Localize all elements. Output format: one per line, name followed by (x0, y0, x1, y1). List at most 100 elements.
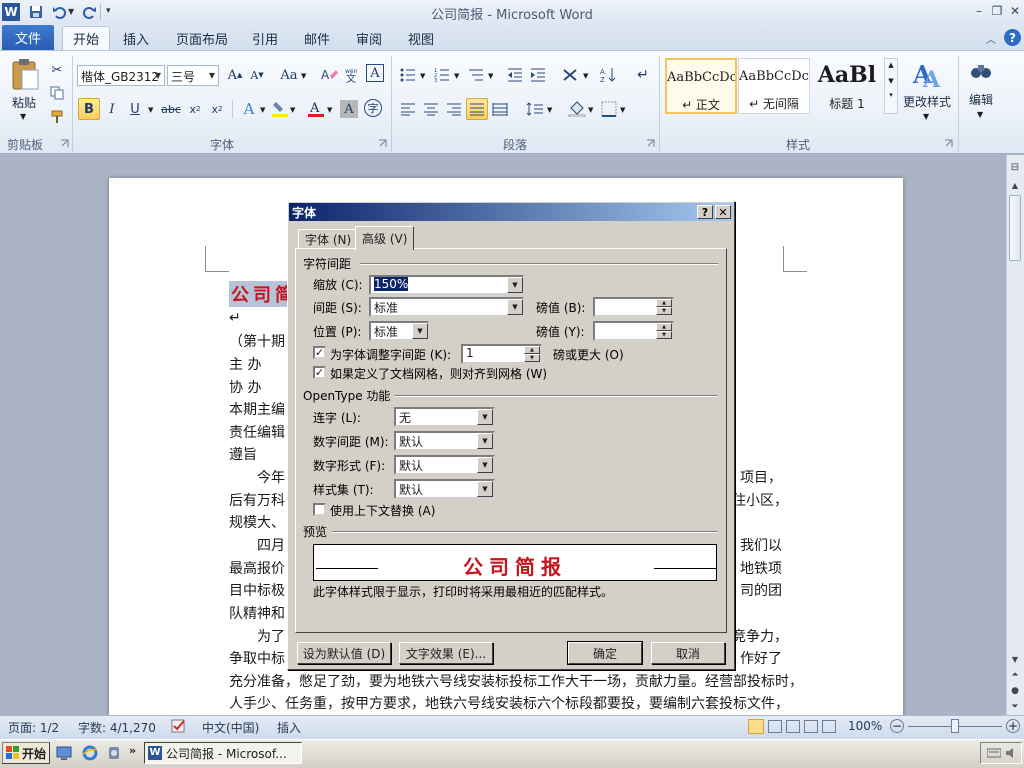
draft-view-icon[interactable] (822, 720, 836, 733)
position-points-up-icon[interactable]: ▲ (656, 323, 672, 331)
subscript-button[interactable]: x2 (184, 98, 206, 120)
styles-up-icon[interactable]: ▲ (885, 61, 897, 69)
strikethrough-button[interactable]: abc (160, 98, 182, 120)
styles-launcher-icon[interactable] (944, 139, 953, 148)
scroll-down-icon[interactable]: ▼ (1008, 652, 1022, 666)
document-line[interactable]: 主 办 (229, 354, 261, 374)
outline-view-icon[interactable] (804, 720, 818, 733)
highlight-color-icon[interactable] (269, 98, 291, 120)
help-icon[interactable]: ? (1004, 29, 1021, 46)
shrink-font-icon[interactable]: A ▼ (246, 64, 268, 86)
taskbar-word-document[interactable]: W 公司简报 - Microsof... (144, 742, 302, 764)
next-page-icon[interactable]: ⏷ (1008, 700, 1022, 714)
align-right-icon[interactable] (443, 98, 465, 120)
start-button[interactable]: 开始 (2, 742, 50, 764)
character-shading-icon[interactable]: A (340, 100, 358, 118)
tab-page-layout[interactable]: 页面布局 (166, 26, 238, 50)
document-line-end[interactable]: 作好了 (740, 648, 782, 668)
bullets-dropdown-icon[interactable]: ▼ (420, 72, 425, 80)
spacing-points-up-icon[interactable]: ▲ (656, 299, 672, 307)
zoom-slider-thumb[interactable] (951, 719, 959, 733)
change-case-dropdown-icon[interactable]: ▼ (301, 72, 306, 80)
grow-font-icon[interactable]: A ▲ (224, 64, 246, 86)
copy-icon[interactable] (46, 82, 68, 104)
document-line[interactable]: 四月 (257, 535, 285, 555)
shading-dropdown-icon[interactable]: ▼ (588, 106, 593, 114)
dialog-help-icon[interactable]: ? (697, 205, 713, 219)
proofing-icon[interactable] (170, 717, 188, 735)
document-line[interactable]: 协 办 (229, 377, 261, 397)
spacing-combo[interactable]: 标准 (369, 297, 524, 317)
tab-insert[interactable]: 插入 (113, 26, 159, 50)
document-line[interactable]: 今年 (257, 467, 285, 487)
document-line[interactable]: 为了 (257, 626, 285, 646)
document-line-end[interactable]: 我们以 (740, 535, 782, 555)
document-line[interactable]: 目中标极 (229, 580, 285, 600)
styles-scroll[interactable]: ▲ ▼ ▾ (884, 58, 898, 114)
styles-more-icon[interactable]: ▾ (885, 91, 897, 99)
tab-file[interactable]: 文件 (2, 25, 54, 50)
dialog-tab-advanced[interactable]: 高级 (V) (355, 226, 415, 250)
dialog-title[interactable]: 字体 (289, 203, 733, 221)
document-line[interactable]: 最高报价 (229, 558, 285, 578)
clear-format-icon[interactable]: A (318, 64, 340, 86)
line-spacing-dropdown-icon[interactable]: ▼ (547, 106, 552, 114)
zoom-level[interactable]: 100% (848, 719, 882, 733)
character-border-icon[interactable]: A (366, 64, 384, 82)
font-color-icon[interactable]: A (305, 98, 327, 120)
tab-view[interactable]: 视图 (398, 26, 444, 50)
scroll-up-icon[interactable]: ▲ (1008, 178, 1022, 192)
font-color-dropdown-icon[interactable]: ▼ (327, 106, 332, 114)
style-normal[interactable]: AaBbCcDc ↵ 正文 (665, 58, 737, 114)
zoom-out-icon[interactable]: − (890, 719, 904, 733)
kerning-up-icon[interactable]: ▲ (524, 346, 540, 354)
ligatures-dropdown-icon[interactable]: ▼ (477, 409, 493, 425)
styles-down-icon[interactable]: ▼ (885, 77, 897, 85)
spacing-points-down-icon[interactable]: ▼ (656, 307, 672, 315)
desktop-icon[interactable] (56, 745, 72, 761)
italic-button[interactable]: I (101, 98, 123, 120)
scale-dropdown-icon[interactable]: ▼ (507, 277, 523, 293)
line-spacing-icon[interactable] (524, 98, 546, 120)
page-count[interactable]: 页面: 1/2 (8, 719, 59, 736)
minimize-icon[interactable]: – (970, 2, 988, 19)
multilevel-dropdown-icon[interactable]: ▼ (488, 72, 493, 80)
cut-icon[interactable]: ✂ (46, 59, 68, 81)
document-line[interactable]: 规模大、 (229, 512, 285, 532)
vertical-scroll-thumb[interactable] (1009, 195, 1021, 261)
highlight-dropdown-icon[interactable]: ▼ (290, 106, 295, 114)
document-line[interactable]: 后有万科 (229, 490, 285, 510)
paste-icon[interactable] (8, 56, 42, 92)
style-heading-1[interactable]: AaBl 标题 1 (811, 58, 883, 114)
minimize-ribbon-icon[interactable]: ︿ (984, 31, 998, 46)
taskbar-overflow-icon[interactable]: » (129, 744, 136, 757)
ok-button[interactable]: 确定 (567, 641, 643, 665)
tab-home[interactable]: 开始 (62, 26, 111, 50)
snap-to-grid-checkbox[interactable]: ✓ (313, 366, 326, 379)
number-forms-dropdown-icon[interactable]: ▼ (477, 457, 493, 473)
document-line[interactable]: 争取中标 (229, 648, 285, 668)
spacing-dropdown-icon[interactable]: ▼ (507, 299, 523, 315)
decrease-indent-icon[interactable] (504, 64, 526, 86)
document-line[interactable]: 人手少、任务重，按甲方要求，地铁六号线安装标六个标段都要投，要编制六套投标文件， (229, 693, 789, 713)
justify-icon[interactable] (466, 98, 488, 120)
word-count[interactable]: 字数: 4/1,270 (78, 719, 156, 736)
chinese-layout-icon[interactable] (560, 64, 582, 86)
borders-dropdown-icon[interactable]: ▼ (620, 106, 625, 114)
distributed-icon[interactable] (489, 98, 511, 120)
align-left-icon[interactable] (397, 98, 419, 120)
insert-mode-indicator[interactable]: 插入 (277, 719, 301, 736)
editing-label[interactable]: 编辑 (962, 91, 1000, 108)
position-dropdown-icon[interactable]: ▼ (412, 323, 428, 339)
tab-references[interactable]: 引用 (242, 26, 288, 50)
document-line-end[interactable]: 竞争力， (732, 626, 788, 646)
enclose-characters-icon[interactable]: 字 (364, 99, 382, 117)
set-as-default-button[interactable]: 设为默认值 (D) (297, 642, 391, 664)
text-effects-button[interactable]: 文字效果 (E)... (399, 642, 493, 664)
change-styles-label[interactable]: 更改样式 (898, 93, 956, 110)
phonetic-guide-icon[interactable]: wén 文 (342, 64, 364, 86)
numbering-dropdown-icon[interactable]: ▼ (454, 72, 459, 80)
restore-icon[interactable]: ❐ (988, 2, 1006, 19)
document-line[interactable]: 责任编辑 (229, 422, 285, 442)
document-line[interactable]: ↵ (229, 310, 241, 326)
